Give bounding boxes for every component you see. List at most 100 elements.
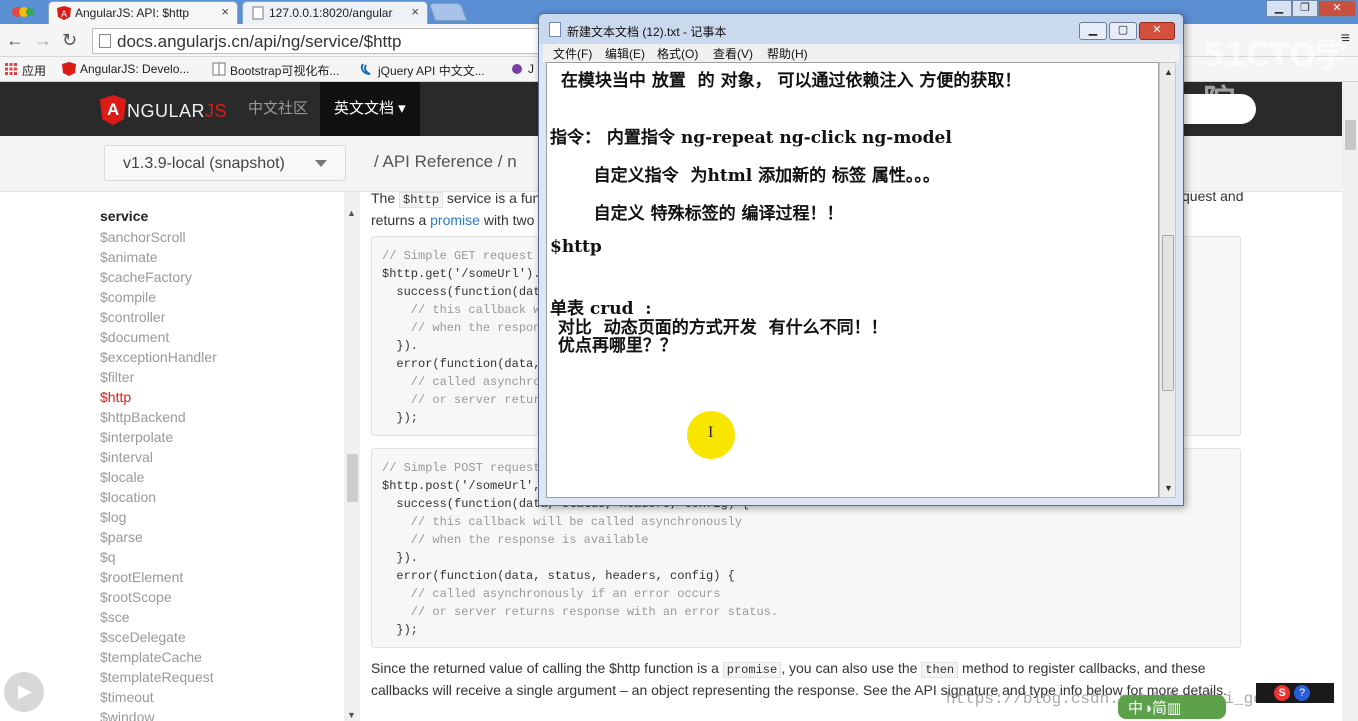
forward-arrow-icon[interactable]: → [34,30,52,51]
bookmark-angularjs[interactable]: AngularJS: Develo... [62,62,189,76]
sidebar-item[interactable]: $window [100,708,217,721]
menu-file[interactable]: 文件(F) [553,45,592,62]
intro-text-right: quest and [1182,192,1244,204]
sidebar-item[interactable]: $document [100,328,217,348]
menu-view[interactable]: 查看(V) [713,45,753,62]
scroll-up-icon[interactable]: ▲ [1164,67,1173,77]
scroll-down-icon[interactable]: ▼ [347,710,356,720]
bookmark-bootstrap[interactable]: Bootstrap可视化布... [212,62,339,79]
page-scrollbar[interactable] [1342,82,1358,721]
close-window-button[interactable]: ✕ [1318,0,1356,17]
sidebar-item[interactable]: $rootScope [100,588,217,608]
menu-edit[interactable]: 编辑(E) [605,45,645,62]
sidebar-scrollbar[interactable]: ▲ ▼ [344,192,360,721]
scrollbar-thumb[interactable] [347,454,358,502]
breadcrumb[interactable]: / API Reference / n [374,152,517,172]
scroll-down-icon[interactable]: ▼ [1164,483,1173,493]
svg-text:A: A [61,10,68,20]
ime-status-bar[interactable]: 中◑简▥ [1118,695,1226,719]
bookmark-label: Bootstrap可视化布... [230,64,340,78]
intro-text: with two [479,212,535,228]
code-line: }); [382,623,419,637]
inline-code: promise [722,662,782,678]
notepad-titlebar[interactable]: 新建文本文档 (12).txt - 记事本 ▁ ▢ ✕ [539,14,1183,44]
sidebar-item[interactable]: $rootElement [100,568,217,588]
bookmark-jquery[interactable]: jQuery API 中文文... [360,62,485,79]
bookmark-j[interactable]: J [510,62,534,76]
para-text: , you can also use the [781,660,922,676]
close-tab-icon[interactable]: × [221,4,229,19]
sidebar-item[interactable]: $sceDelegate [100,628,217,648]
sidebar-item[interactable]: $locale [100,468,217,488]
sidebar-item[interactable]: $templateCache [100,648,217,668]
sidebar-heading: service [100,208,149,224]
sidebar-item[interactable]: $http [100,388,217,408]
close-tab-icon[interactable]: × [411,4,419,19]
nav-chinese-community[interactable]: 中文社区 [234,82,322,136]
notepad-line: 优点再哪里？？ [552,336,677,356]
notepad-file-icon [549,22,561,37]
bookmark-label: jQuery API 中文文... [378,64,485,78]
sidebar-item[interactable]: $timeout [100,688,217,708]
maximize-button[interactable]: ❐ [1292,0,1318,17]
code-line: // called asynchronously if an error occ… [382,587,721,601]
notepad-minimize-button[interactable]: ▁ [1079,22,1107,40]
menu-help[interactable]: 帮助(H) [767,45,808,62]
version-label: v1.3.9-local (snapshot) [123,155,285,172]
menu-format[interactable]: 格式(O) [657,45,698,62]
sogou-ime-icon[interactable]: S [1274,685,1290,701]
play-button[interactable]: ▶ [4,672,44,712]
sidebar-item[interactable]: $parse [100,528,217,548]
reload-icon[interactable]: ↻ [62,30,77,51]
sidebar-item[interactable]: $anchorScroll [100,228,217,248]
sidebar-item[interactable]: $controller [100,308,217,328]
promise-link[interactable]: promise [430,212,480,228]
intro-text: returns a [371,212,431,228]
sidebar-item[interactable]: $interval [100,448,217,468]
notepad-window[interactable]: 新建文本文档 (12).txt - 记事本 ▁ ▢ ✕ 文件(F) 编辑(E) … [538,13,1184,506]
nav-english-docs[interactable]: 英文文档 ▾ [320,82,420,136]
tab-title: AngularJS: API: $http [75,6,190,20]
para-text: Since the returned value of calling the … [371,660,723,676]
scrollbar-thumb[interactable] [1162,235,1174,391]
scroll-up-icon[interactable]: ▲ [347,208,356,218]
chrome-apps-icon[interactable] [10,4,36,20]
url-input[interactable]: docs.angularjs.cn/api/ng/service/$http [92,28,552,54]
sidebar-item[interactable]: $animate [100,248,217,268]
sidebar-item[interactable]: $log [100,508,217,528]
help-icon[interactable]: ? [1294,685,1310,701]
sidebar-item[interactable]: $cacheFactory [100,268,217,288]
scrollbar-thumb[interactable] [1345,120,1356,150]
notepad-text-area[interactable]: 在模块当中 放置 的 对象， 可以通过依赖注入 方便的获取！ 指令： 内置指令 … [546,62,1159,498]
sidebar-item[interactable]: $filter [100,368,217,388]
code-line: // or server returns response with an er… [382,605,779,619]
notepad-line: 自定义指令 为html 添加新的 标签 属性。。。 [570,166,940,186]
sidebar-item[interactable]: $httpBackend [100,408,217,428]
new-tab-button[interactable] [428,3,468,21]
cursor-highlight: I [687,411,735,459]
logo-wordmark: NGULARJS [127,101,227,122]
intro-text: service is a fun [443,192,541,206]
sidebar-item[interactable]: $location [100,488,217,508]
sidebar-item[interactable]: $exceptionHandler [100,348,217,368]
back-arrow-icon[interactable]: ← [6,30,24,51]
notepad-maximize-button[interactable]: ▢ [1109,22,1137,40]
system-tray: S ? [1256,683,1334,703]
sidebar-item[interactable]: $interpolate [100,428,217,448]
api-sidebar: service $anchorScroll $animate $cacheFacto… [0,192,362,721]
tab-localhost[interactable]: 127.0.0.1:8020/angular × [242,1,428,24]
sidebar-item[interactable]: $q [100,548,217,568]
minimize-button[interactable]: ▁ [1266,0,1292,17]
play-icon: ▶ [18,681,32,701]
version-select[interactable]: v1.3.9-local (snapshot) [104,145,346,181]
bookmark-apps[interactable]: 应用 [4,62,46,79]
tab-angularjs-http[interactable]: A AngularJS: API: $http × [48,1,238,24]
sidebar-item[interactable]: $templateRequest [100,668,217,688]
sidebar-item[interactable]: $sce [100,608,217,628]
notepad-close-button[interactable]: ✕ [1139,22,1175,40]
bookmark-label: 应用 [22,64,47,78]
caret-down-icon [315,160,327,167]
apps-grid-icon [5,63,17,75]
notepad-scrollbar[interactable]: ▲ ▼ [1159,62,1176,498]
sidebar-item[interactable]: $compile [100,288,217,308]
